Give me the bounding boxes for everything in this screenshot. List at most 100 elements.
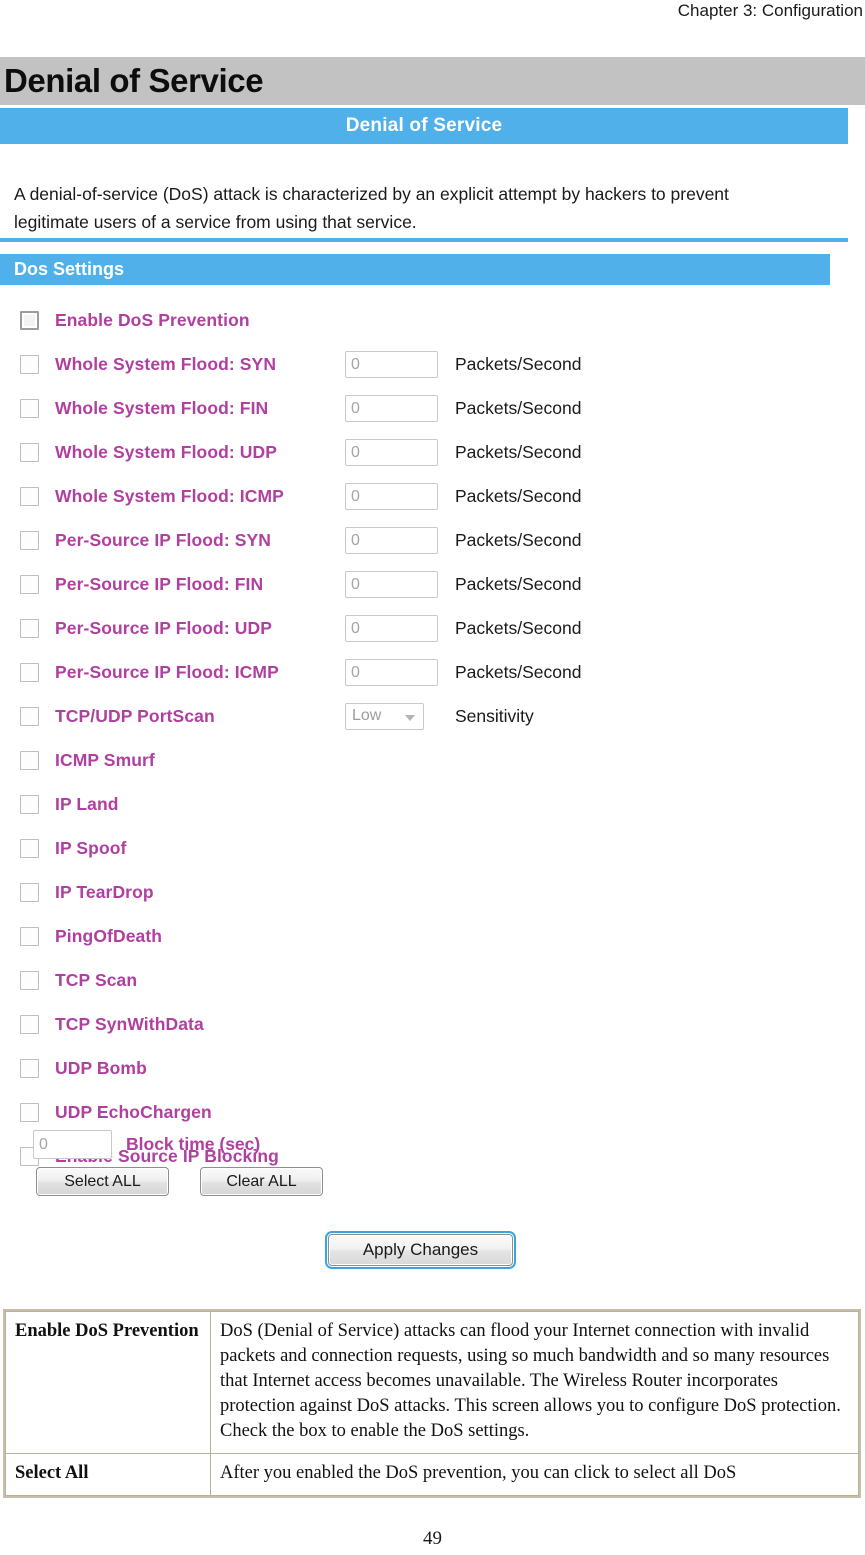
checkbox-cell	[0, 970, 55, 990]
setting-value-cell: 0	[345, 350, 455, 378]
setting-label: Whole System Flood: ICMP	[55, 485, 284, 506]
apply-changes-wrapper: Apply Changes	[325, 1231, 516, 1269]
setting-row: Enable DoS Prevention	[0, 298, 848, 342]
unit-label: Packets/Second	[455, 661, 582, 682]
checkbox-udp-echochargen[interactable]	[20, 1102, 39, 1122]
setting-value-cell: 0	[345, 482, 455, 510]
block-time-input[interactable]: 0	[33, 1129, 112, 1159]
checkbox-cell	[0, 310, 55, 330]
term-cell: Enable DoS Prevention	[5, 1311, 211, 1454]
threshold-input[interactable]: 0	[345, 394, 438, 422]
threshold-input[interactable]: 0	[345, 438, 438, 466]
setting-label: Per-Source IP Flood: UDP	[55, 617, 272, 638]
unit-label: Packets/Second	[455, 441, 582, 462]
section-bar-label: Dos Settings	[14, 259, 125, 279]
setting-row: PingOfDeath	[0, 914, 848, 958]
checkbox-cell	[0, 398, 55, 418]
checkbox-enable-dos-prevention[interactable]	[20, 310, 39, 330]
unit-label: Packets/Second	[455, 617, 582, 638]
threshold-input[interactable]: 0	[345, 658, 438, 686]
description-text: DoS (Denial of Service) attacks can floo…	[220, 1321, 841, 1416]
checkbox-ip-spoof[interactable]	[20, 838, 39, 858]
checkbox-cell	[0, 442, 55, 462]
checkbox-ip-land[interactable]	[20, 794, 39, 814]
setting-label: Enable DoS Prevention	[55, 309, 250, 330]
checkbox-cell	[0, 706, 55, 726]
checkbox-per-source-ip-flood-icmp[interactable]	[20, 662, 39, 682]
setting-label: Per-Source IP Flood: ICMP	[55, 661, 279, 682]
checkbox-whole-system-flood-fin[interactable]	[20, 398, 39, 418]
setting-row: TCP/UDP PortScan Low Sensitivity	[0, 694, 848, 738]
setting-label: IP Spoof	[55, 837, 127, 858]
apply-changes-button[interactable]: Apply Changes	[325, 1231, 516, 1269]
description-cell: DoS (Denial of Service) attacks can floo…	[210, 1311, 859, 1454]
setting-value-cell: 0	[345, 438, 455, 466]
intro-description: A denial-of-service (DoS) attack is char…	[14, 184, 729, 232]
checkbox-whole-system-flood-icmp[interactable]	[20, 486, 39, 506]
threshold-input[interactable]: 0	[345, 350, 438, 378]
table-row: Select All After you enabled the DoS prev…	[5, 1453, 859, 1496]
checkbox-whole-system-flood-syn[interactable]	[20, 354, 39, 374]
unit-label: Packets/Second	[455, 353, 582, 374]
description-table-body: Enable DoS Prevention DoS (Denial of Serv…	[5, 1311, 859, 1496]
checkbox-ip-teardrop[interactable]	[20, 882, 39, 902]
threshold-input[interactable]: 0	[345, 570, 438, 598]
page-number: 49	[423, 1528, 442, 1549]
checkbox-per-source-ip-flood-fin[interactable]	[20, 574, 39, 594]
checkbox-whole-system-flood-udp[interactable]	[20, 442, 39, 462]
setting-value-cell: Low	[345, 702, 455, 730]
threshold-input[interactable]: 0	[345, 614, 438, 642]
setting-value-cell: 0	[345, 526, 455, 554]
setting-row: Per-Source IP Flood: UDP 0 Packets/Second	[0, 606, 848, 650]
checkbox-cell	[0, 530, 55, 550]
setting-label: TCP Scan	[55, 969, 138, 990]
setting-row: UDP Bomb	[0, 1046, 848, 1090]
setting-label: ICMP Smurf	[55, 749, 155, 770]
checkbox-cell	[0, 1102, 55, 1122]
unit-label: Packets/Second	[455, 485, 582, 506]
unit-label: Sensitivity	[455, 705, 534, 726]
threshold-input[interactable]: 0	[345, 482, 438, 510]
setting-row: ICMP Smurf	[0, 738, 848, 782]
clear-all-button[interactable]: Clear ALL	[200, 1167, 323, 1196]
setting-row: IP Spoof	[0, 826, 848, 870]
checkbox-tcp-udp-portscan[interactable]	[20, 706, 39, 726]
checkbox-icmp-smurf[interactable]	[20, 750, 39, 770]
checkbox-per-source-ip-flood-udp[interactable]	[20, 618, 39, 638]
checkbox-udp-bomb[interactable]	[20, 1058, 39, 1078]
unit-label: Packets/Second	[455, 573, 582, 594]
description-text: After you enabled the DoS prevention, yo…	[220, 1463, 737, 1483]
checkbox-cell	[0, 662, 55, 682]
setting-row: TCP SynWithData	[0, 1002, 848, 1046]
checkbox-tcp-scan[interactable]	[20, 970, 39, 990]
dos-settings-list: Enable DoS Prevention Whole System Flood:…	[0, 298, 848, 1178]
checkbox-cell	[0, 750, 55, 770]
select-all-button[interactable]: Select ALL	[36, 1167, 169, 1196]
setting-row: Per-Source IP Flood: ICMP 0 Packets/Second	[0, 650, 848, 694]
checkbox-cell	[0, 1014, 55, 1034]
select-clear-button-row: Select ALL Clear ALL	[36, 1167, 323, 1196]
checkbox-cell	[0, 574, 55, 594]
checkbox-pingofdeath[interactable]	[20, 926, 39, 946]
setting-row: Whole System Flood: UDP 0 Packets/Second	[0, 430, 848, 474]
page-title: Denial of Service	[4, 62, 264, 99]
checkbox-tcp-synwithdata[interactable]	[20, 1014, 39, 1034]
description-table: Enable DoS Prevention DoS (Denial of Serv…	[3, 1309, 861, 1498]
checkbox-per-source-ip-flood-syn[interactable]	[20, 530, 39, 550]
checkbox-cell	[0, 486, 55, 506]
chevron-down-icon	[405, 714, 415, 721]
setting-value-cell: 0	[345, 658, 455, 686]
threshold-input[interactable]: 0	[345, 526, 438, 554]
block-time-row: 0 Block time (sec)	[0, 1127, 260, 1161]
sensitivity-select[interactable]: Low	[345, 702, 424, 730]
setting-label: TCP SynWithData	[55, 1013, 204, 1034]
setting-label: UDP Bomb	[55, 1057, 147, 1078]
term-cell: Select All	[5, 1453, 211, 1496]
checkbox-cell	[0, 926, 55, 946]
setting-row: Whole System Flood: FIN 0 Packets/Second	[0, 386, 848, 430]
table-row: Enable DoS Prevention DoS (Denial of Serv…	[5, 1311, 859, 1454]
setting-label: IP TearDrop	[55, 881, 154, 902]
setting-value-cell: 0	[345, 570, 455, 598]
checkbox-cell	[0, 618, 55, 638]
setting-label: Per-Source IP Flood: SYN	[55, 529, 272, 550]
